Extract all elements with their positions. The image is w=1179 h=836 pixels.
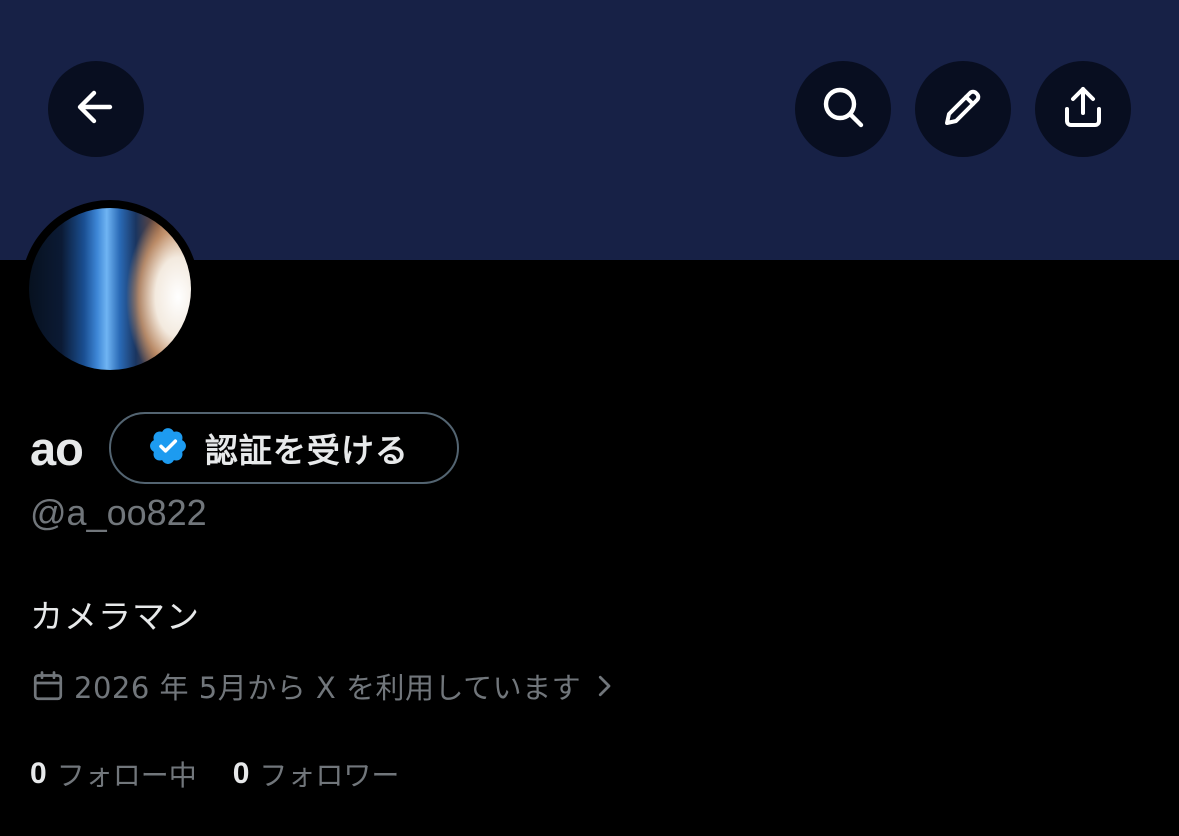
avatar[interactable] <box>21 200 199 378</box>
following-label: フォロー中 <box>56 759 197 792</box>
joined-date-text: 2026 年 5月から X を利用しています <box>74 671 582 705</box>
pencil-icon <box>939 83 987 135</box>
profile-page: ao 認証を受ける @a_oo822 カメラマン 2026 年 5月から X を… <box>0 0 1179 836</box>
get-verified-button[interactable]: 認証を受ける <box>108 412 459 484</box>
avatar-image <box>29 208 191 370</box>
arrow-left-icon <box>72 83 120 135</box>
joined-date-row[interactable]: 2026 年 5月から X を利用しています <box>30 664 619 708</box>
profile-bio: カメラマン <box>30 597 200 636</box>
follow-stats: 0 フォロー中 0 フォロワー <box>30 752 399 796</box>
calendar-icon <box>30 668 66 704</box>
following-count: 0 <box>30 757 47 790</box>
profile-handle: @a_oo822 <box>30 492 207 533</box>
following-link[interactable]: 0 フォロー中 <box>30 754 197 794</box>
display-name: ao <box>30 421 84 475</box>
followers-count: 0 <box>232 757 250 790</box>
search-button[interactable] <box>795 61 891 157</box>
chevron-right-icon <box>581 671 619 701</box>
get-verified-label: 認証を受ける <box>204 431 409 470</box>
followers-link[interactable]: 0 フォロワー <box>233 754 400 794</box>
name-row: ao 認証を受ける <box>30 412 459 484</box>
verified-badge-icon <box>147 425 189 471</box>
edit-profile-button[interactable] <box>915 61 1011 157</box>
search-icon <box>819 83 867 135</box>
followers-label: フォロワー <box>259 759 400 792</box>
share-upload-icon <box>1059 83 1107 135</box>
share-button[interactable] <box>1035 61 1131 157</box>
back-button[interactable] <box>48 61 144 157</box>
